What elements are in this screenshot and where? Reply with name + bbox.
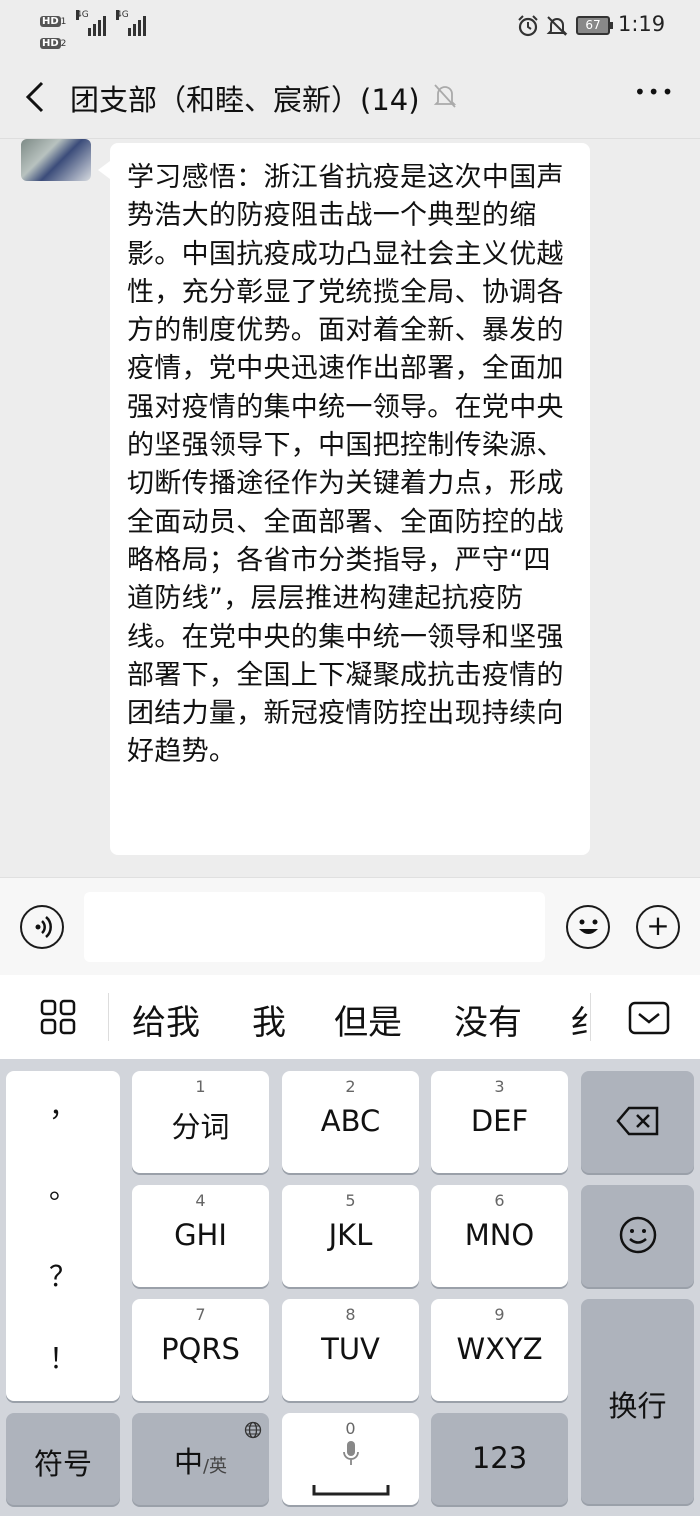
numbers-key[interactable]: 123 [431,1413,568,1505]
key-9[interactable]: 9 WXYZ [431,1299,568,1401]
keyboard: ， 。 ？ ！ 1 分词 2 ABC 3 DEF 4 GHI 5 JKL 6 M… [0,1059,700,1516]
candidate-1[interactable]: 给我 [132,995,200,1044]
back-arrow-icon[interactable] [22,80,48,114]
message-bubble[interactable]: 学习感悟：浙江省抗疫是这次中国声势浩大的防疫阻击战一个典型的缩影。中国抗疫成功凸… [98,143,590,855]
language-switch-key[interactable]: 中/英 [132,1413,269,1505]
divider [590,993,591,1041]
space-key[interactable]: 0 [282,1413,419,1505]
hd2-indicator: HD 2 [40,38,67,49]
candidate-5[interactable]: 纟 [570,995,590,1039]
microphone-icon [342,1441,359,1465]
emoji-key[interactable] [581,1185,694,1287]
message-text: 学习感悟：浙江省抗疫是这次中国声势浩大的防疫阻击战一个典型的缩影。中国抗疫成功凸… [127,162,564,768]
message-input[interactable] [84,892,545,962]
punct-comma[interactable]: ， [6,1085,120,1125]
add-more-button[interactable]: + [636,905,680,949]
divider [108,993,109,1041]
grid-menu-icon[interactable] [40,999,76,1035]
mute-notifications-icon [433,84,457,108]
candidate-2[interactable]: 我 [252,995,286,1044]
status-bar: HD 1 HD 2 4G 4G 67 1:19 [0,0,700,52]
key-6[interactable]: 6 MNO [431,1185,568,1287]
more-options-button[interactable]: ••• [634,80,675,104]
input-bar: + [0,877,700,976]
candidate-5-clip: 纟 [570,995,590,1039]
symbols-key[interactable]: 符号 [6,1413,120,1505]
punctuation-column: ， 。 ？ ！ [6,1071,120,1401]
clock: 1:19 [618,12,666,36]
punct-question[interactable]: ？ [6,1255,120,1295]
key-5[interactable]: 5 JKL [282,1185,419,1287]
key-2[interactable]: 2 ABC [282,1071,419,1173]
emoji-icon [578,919,598,934]
candidate-4[interactable]: 没有 [454,995,522,1044]
key-4[interactable]: 4 GHI [132,1185,269,1287]
punct-exclaim[interactable]: ！ [6,1337,120,1377]
mute-icon [546,16,568,36]
voice-icon [35,916,52,938]
key-8[interactable]: 8 TUV [282,1299,419,1401]
voice-button[interactable] [20,905,64,949]
candidate-bar: 给我 我 但是 没有 纟 [0,975,700,1059]
chat-title: 团支部（和睦、宸新）(14) [70,83,420,117]
hd1-indicator: HD 1 [40,16,67,27]
enter-key[interactable]: 换行 [581,1299,694,1504]
key-1[interactable]: 1 分词 [132,1071,269,1173]
message-list[interactable]: 学习感悟：浙江省抗疫是这次中国声势浩大的防疫阻击战一个典型的缩影。中国抗疫成功凸… [0,139,700,877]
collapse-keyboard-icon[interactable] [628,1001,670,1035]
alarm-icon [518,15,538,37]
key-3[interactable]: 3 DEF [431,1071,568,1173]
emoji-button[interactable] [566,905,610,949]
backspace-icon [615,1106,658,1136]
punct-period[interactable]: 。 [6,1167,120,1207]
battery-icon: 67 [576,16,613,35]
globe-icon [244,1421,262,1439]
smiley-icon [619,1216,656,1254]
key-7[interactable]: 7 PQRS [132,1299,269,1401]
candidate-3[interactable]: 但是 [334,995,402,1044]
chat-header: 团支部（和睦、宸新）(14) ••• [0,52,700,139]
backspace-key[interactable] [581,1071,694,1173]
avatar[interactable] [21,139,91,181]
space-bar-icon [312,1485,390,1496]
